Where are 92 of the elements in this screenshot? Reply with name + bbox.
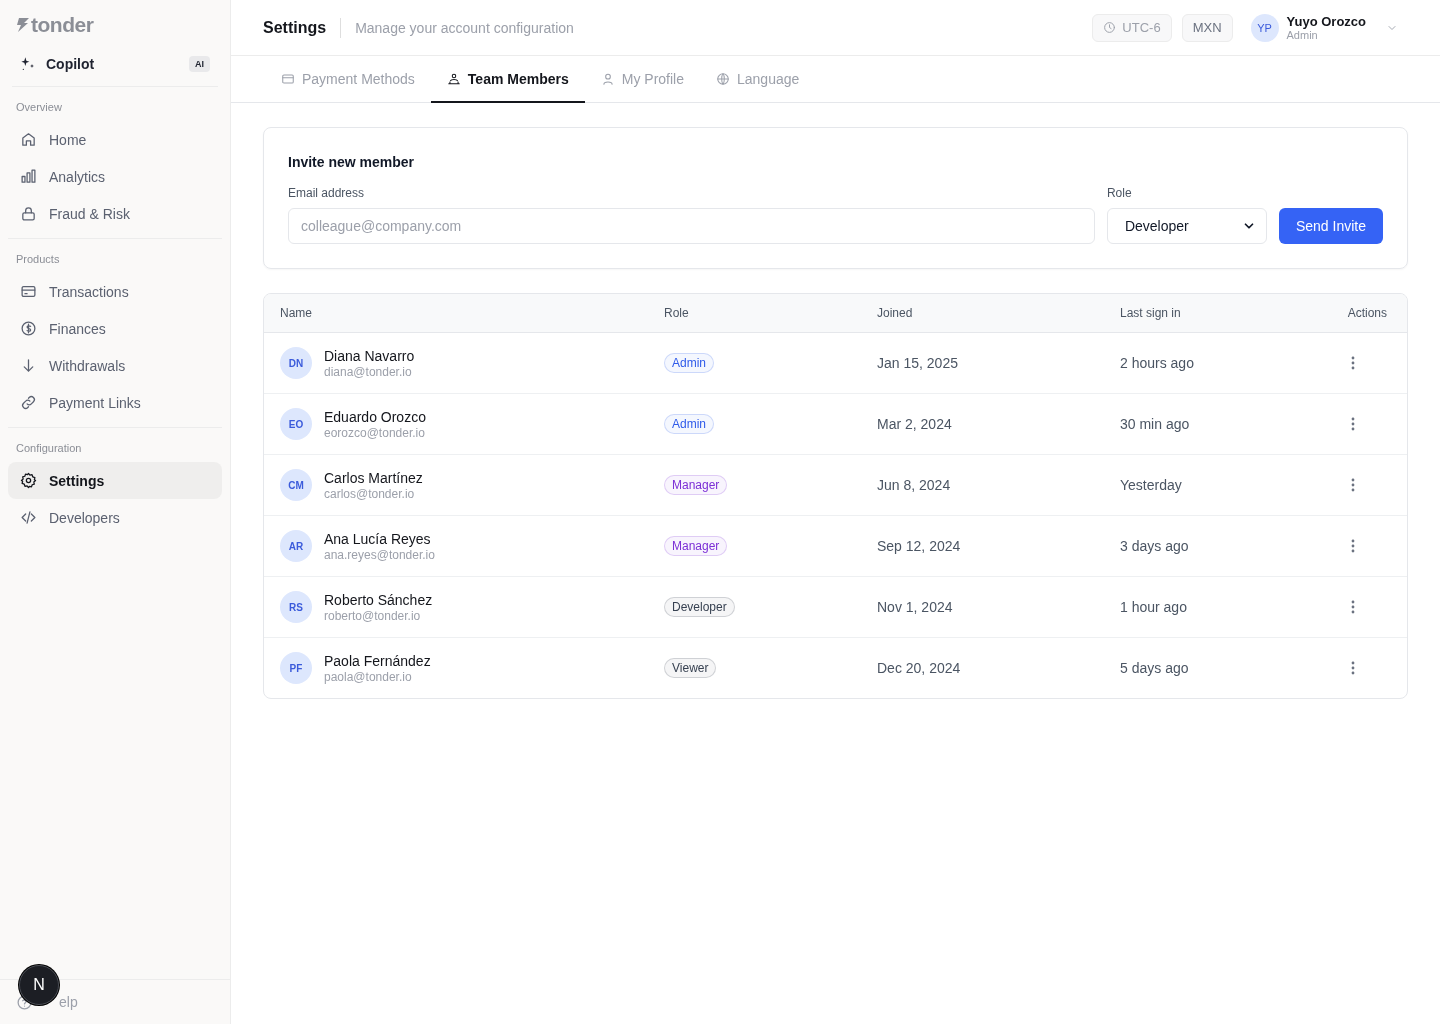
nav-item[interactable]: Analytics — [8, 158, 222, 195]
clock-icon — [1103, 21, 1117, 34]
column-header: Name — [279, 306, 313, 320]
card-title: Invite new member — [288, 154, 416, 170]
copilot-item[interactable]: Copilot AI — [12, 56, 218, 87]
last-sign-in: Yesterday — [1119, 477, 1183, 493]
user-role: Admin — [1286, 29, 1319, 41]
avatar: PF — [280, 652, 312, 684]
bolt-icon — [16, 17, 30, 33]
currency-chip[interactable]: MXN — [1181, 13, 1233, 42]
kebab-icon — [1351, 539, 1355, 553]
nav-item[interactable]: Settings — [8, 462, 222, 499]
member-email: roberto@tonder.io — [324, 608, 422, 623]
role-tag: Admin — [664, 353, 714, 373]
member-name: Eduardo Orozco — [324, 408, 426, 425]
lock-icon — [20, 205, 37, 222]
role-tag: Viewer — [664, 658, 717, 678]
nav-item[interactable]: Fraud & Risk — [8, 195, 222, 232]
sparkle-icon — [20, 56, 36, 72]
joined-date: Mar 2, 2024 — [876, 416, 953, 432]
kebab-icon — [1351, 417, 1355, 431]
kebab-icon — [1351, 600, 1355, 614]
member-email: diana@tonder.io — [324, 364, 413, 379]
field-label: Email address — [288, 186, 366, 200]
column-header: Role — [663, 306, 690, 320]
member-name: Diana Navarro — [324, 347, 415, 364]
joined-date: Jun 8, 2024 — [876, 477, 952, 493]
role-tag: Admin — [664, 414, 714, 434]
page-title: Settings — [263, 18, 327, 37]
nav-item[interactable]: Payment Links — [8, 384, 222, 421]
last-sign-in: 1 hour ago — [1119, 599, 1188, 615]
help-text: elp — [58, 994, 78, 1010]
role-tag: Developer — [664, 597, 735, 617]
joined-date: Jan 15, 2025 — [876, 355, 959, 371]
section-heading: Overview — [15, 100, 63, 115]
nav-item[interactable]: Withdrawals — [8, 347, 222, 384]
role-select[interactable]: Developer — [1106, 208, 1267, 244]
member-email: paola@tonder.io — [324, 669, 413, 684]
column-header: Actions — [1346, 306, 1388, 320]
column-header: Last sign in — [1119, 306, 1182, 320]
avatar: AR — [280, 530, 312, 562]
globe-icon — [716, 71, 730, 86]
user-avatar: YP — [1250, 13, 1279, 42]
section-heading: Products — [15, 252, 61, 267]
field-label: Role — [1106, 186, 1133, 200]
kebab-icon — [1351, 356, 1355, 370]
nav-item[interactable]: Home — [8, 121, 222, 158]
joined-date: Dec 20, 2024 — [876, 660, 962, 676]
last-sign-in: 30 min ago — [1119, 416, 1191, 432]
kebab-icon — [1351, 661, 1355, 675]
link-icon — [20, 394, 37, 411]
dollar-icon — [20, 320, 37, 337]
joined-date: Sep 12, 2024 — [876, 538, 962, 554]
member-name: Roberto Sánchez — [324, 591, 433, 608]
avatar: RS — [280, 591, 312, 623]
team-icon — [446, 71, 461, 86]
last-sign-in: 5 days ago — [1119, 660, 1190, 676]
nav-item[interactable]: Transactions — [8, 273, 222, 310]
email-field[interactable]: colleague@company.com — [288, 208, 1095, 244]
kebab-icon — [1351, 478, 1355, 492]
code-icon — [20, 509, 37, 526]
nav-item[interactable]: Finances — [8, 310, 222, 347]
page-subtitle: Manage your account configuration — [355, 19, 575, 36]
last-sign-in: 3 days ago — [1119, 538, 1190, 554]
home-icon — [20, 131, 37, 148]
person-icon — [600, 71, 615, 86]
ai-badge: AI — [189, 56, 210, 72]
avatar: EO — [280, 408, 312, 440]
section-heading: Configuration — [15, 441, 83, 456]
joined-date: Nov 1, 2024 — [876, 599, 954, 615]
nav-item[interactable]: Developers — [8, 499, 222, 536]
avatar: DN — [280, 347, 312, 379]
logo-text: tonder — [31, 13, 94, 37]
send-invite-button[interactable]: Send Invite — [1278, 208, 1383, 244]
column-header: Joined — [876, 306, 914, 320]
member-email: carlos@tonder.io — [324, 486, 416, 501]
member-name: Carlos Martínez — [324, 469, 423, 486]
dev-badge[interactable]: N — [19, 965, 59, 1005]
user-name: Yuyo Orozco — [1286, 14, 1366, 29]
member-email: ana.reyes@tonder.io — [324, 547, 435, 562]
bar-chart-icon — [20, 168, 37, 185]
member-email: eorozco@tonder.io — [324, 425, 426, 440]
avatar: CM — [280, 469, 312, 501]
tab[interactable]: Team Members — [430, 56, 585, 103]
member-name: Ana Lucía Reyes — [324, 530, 432, 547]
role-tag: Manager — [664, 536, 728, 556]
settings-icon — [20, 472, 37, 489]
last-sign-in: 2 hours ago — [1119, 355, 1195, 371]
card-icon — [281, 71, 295, 86]
card-icon — [20, 283, 37, 300]
role-tag: Manager — [664, 475, 728, 495]
member-name: Paola Fernández — [324, 652, 431, 669]
